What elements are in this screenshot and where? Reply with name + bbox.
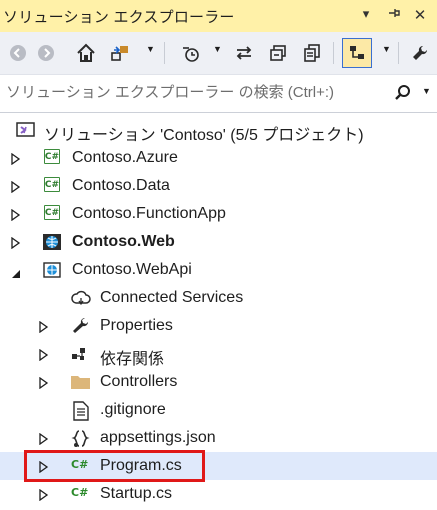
wrench-icon bbox=[71, 317, 91, 335]
sync-button[interactable] bbox=[230, 39, 258, 67]
title-bar: ソリューション エクスプローラー ▾ ✕ bbox=[0, 0, 437, 32]
search-bar: ▼ bbox=[0, 75, 437, 113]
tree-item-label: Connected Services bbox=[100, 289, 244, 306]
back-icon bbox=[10, 45, 26, 61]
collapse-all-icon bbox=[270, 45, 286, 61]
home-button[interactable] bbox=[72, 39, 100, 67]
tree-item-controllers[interactable]: Controllers bbox=[0, 368, 437, 396]
show-all-files-button[interactable] bbox=[298, 39, 326, 67]
csharp-project-icon: C# bbox=[44, 205, 64, 223]
sync-icon bbox=[236, 46, 252, 60]
tree-item-label: Startup.cs bbox=[100, 485, 173, 502]
expand-arrow-icon[interactable] bbox=[39, 488, 49, 502]
web-project-icon bbox=[43, 233, 63, 251]
tree-item-contoso-web[interactable]: Contoso.Web bbox=[0, 228, 437, 256]
highlight-box bbox=[24, 450, 205, 482]
expand-arrow-icon[interactable] bbox=[11, 208, 21, 222]
window-menu-dropdown-icon[interactable]: ▾ bbox=[357, 6, 375, 22]
tree-item-dependencies[interactable]: 依存関係 bbox=[0, 340, 437, 368]
close-icon[interactable]: ✕ bbox=[411, 6, 429, 24]
collapse-all-button[interactable] bbox=[264, 39, 292, 67]
window-title: ソリューション エクスプローラー bbox=[3, 8, 235, 26]
search-icon[interactable] bbox=[394, 84, 412, 107]
folder-icon bbox=[70, 373, 90, 391]
expand-arrow-icon[interactable] bbox=[11, 180, 21, 194]
visual-studio-solution-icon bbox=[16, 121, 36, 139]
collapse-arrow-icon[interactable] bbox=[11, 266, 21, 278]
text-file-icon bbox=[72, 401, 92, 421]
tree-item-contoso-azure[interactable]: C# Contoso.Azure bbox=[0, 144, 437, 172]
wrench-icon bbox=[413, 45, 428, 60]
pending-changes-icon bbox=[183, 47, 199, 62]
tree-item-label: Contoso.Data bbox=[72, 177, 170, 194]
tree-item-gitignore[interactable]: .gitignore bbox=[0, 396, 437, 424]
tree-item-label: appsettings.json bbox=[100, 429, 216, 446]
expand-arrow-icon[interactable] bbox=[11, 152, 21, 166]
search-input[interactable] bbox=[4, 83, 378, 102]
web-project-icon bbox=[43, 261, 63, 279]
expand-arrow-icon[interactable] bbox=[39, 432, 49, 446]
copy-icon bbox=[304, 44, 320, 62]
back-button[interactable] bbox=[4, 39, 32, 67]
pending-changes-dropdown-icon[interactable]: ▼ bbox=[213, 44, 222, 54]
home-icon bbox=[77, 43, 95, 62]
tree-item-contoso-webapi[interactable]: Contoso.WebApi bbox=[0, 256, 437, 284]
dependencies-icon bbox=[70, 345, 90, 363]
tree-item-label: Contoso.WebApi bbox=[72, 261, 192, 278]
tree-item-solution[interactable]: ソリューション 'Contoso' (5/5 プロジェクト) bbox=[0, 116, 437, 144]
expand-arrow-icon[interactable] bbox=[39, 320, 49, 334]
tree-item-contoso-data[interactable]: C# Contoso.Data bbox=[0, 172, 437, 200]
toolbar: ▼ ▼ ▼ bbox=[0, 32, 437, 75]
tree-item-connected-services[interactable]: Connected Services bbox=[0, 284, 437, 312]
tree-item-contoso-functionapp[interactable]: C# Contoso.FunctionApp bbox=[0, 200, 437, 228]
csharp-file-icon: C# bbox=[71, 486, 89, 499]
tree-item-label: 依存関係 bbox=[100, 351, 165, 368]
tree-item-label: .gitignore bbox=[100, 401, 166, 418]
cloud-icon bbox=[70, 289, 91, 307]
switch-view-dropdown-icon[interactable]: ▼ bbox=[146, 44, 155, 54]
switch-view-icon bbox=[111, 46, 128, 61]
forward-button[interactable] bbox=[32, 39, 60, 67]
tree-item-label: Contoso.Web bbox=[72, 233, 175, 250]
csharp-project-icon: C# bbox=[44, 149, 64, 167]
tree-item-properties[interactable]: Properties bbox=[0, 312, 437, 340]
expand-arrow-icon[interactable] bbox=[39, 376, 49, 390]
tree-item-label: ソリューション 'Contoso' (5/5 プロジェクト) bbox=[44, 127, 364, 144]
pin-icon[interactable] bbox=[385, 6, 403, 23]
json-file-icon bbox=[70, 429, 90, 447]
search-options-dropdown-icon[interactable]: ▼ bbox=[422, 86, 431, 96]
tree-item-label: Contoso.FunctionApp bbox=[72, 205, 226, 222]
preview-icon bbox=[350, 46, 364, 59]
csharp-project-icon: C# bbox=[44, 177, 64, 195]
pending-changes-button[interactable] bbox=[176, 39, 204, 67]
tree-item-label: Contoso.Azure bbox=[72, 149, 178, 166]
expand-arrow-icon[interactable] bbox=[11, 236, 21, 250]
expand-arrow-icon[interactable] bbox=[39, 348, 49, 362]
tree-item-label: Controllers bbox=[100, 373, 178, 390]
tree-item-label: Properties bbox=[100, 317, 173, 334]
preview-dropdown-icon[interactable]: ▼ bbox=[382, 44, 391, 54]
preview-selected-items-button[interactable] bbox=[342, 38, 372, 68]
tree-item-appsettings[interactable]: appsettings.json bbox=[0, 424, 437, 452]
settings-button[interactable] bbox=[406, 39, 434, 67]
tree-item-startup-cs[interactable]: C# Startup.cs bbox=[0, 480, 437, 508]
switch-view-button[interactable] bbox=[106, 39, 134, 67]
forward-icon bbox=[38, 45, 54, 61]
